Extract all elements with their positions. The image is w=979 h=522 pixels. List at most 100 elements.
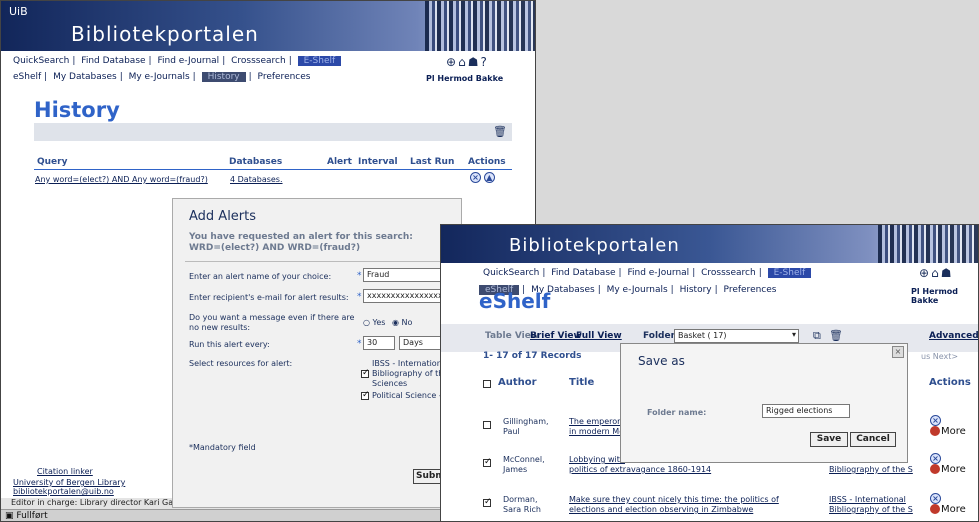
title-line1: The emperor bbox=[569, 417, 621, 426]
more-button[interactable]: More bbox=[941, 464, 966, 475]
resource-checkbox-2[interactable] bbox=[361, 390, 370, 400]
radio-no[interactable]: ◉ bbox=[392, 318, 399, 327]
library-building-image bbox=[425, 1, 535, 51]
row-checkbox[interactable] bbox=[483, 497, 492, 507]
library-icon[interactable]: ⌂ bbox=[458, 55, 468, 69]
source-link[interactable]: IBSS - International Bibliography of the… bbox=[829, 495, 913, 515]
row-checkbox[interactable] bbox=[483, 457, 492, 467]
language-icon[interactable]: ⊕ bbox=[446, 55, 458, 69]
library-building-image bbox=[878, 225, 978, 263]
nav-find-ejournal[interactable]: Find e-Journal bbox=[627, 268, 689, 278]
author-name-cont: Sara Rich bbox=[503, 505, 541, 514]
folder-name-input[interactable]: Rigged elections bbox=[762, 404, 850, 418]
title-line2: in modern Me bbox=[569, 427, 625, 436]
source-link[interactable]: Bibliography of the S bbox=[829, 465, 913, 474]
table-row: Dorman, Sara Rich Make sure they count n… bbox=[441, 493, 978, 521]
delete-icon[interactable]: × bbox=[470, 172, 481, 183]
library-link[interactable]: University of Bergen Library bbox=[13, 478, 125, 487]
portal-banner: UiB Bibliotekportalen bbox=[1, 1, 535, 51]
folder-select-value: Basket ( 17) bbox=[678, 331, 727, 340]
nav-crosssearch[interactable]: Crosssearch bbox=[231, 56, 286, 66]
col-actions: Actions bbox=[468, 157, 506, 167]
row-actions: × More bbox=[930, 415, 966, 437]
nav-crosssearch[interactable]: Crosssearch bbox=[701, 268, 756, 278]
divider bbox=[34, 169, 512, 170]
col-alert: Alert bbox=[327, 157, 352, 167]
subnav-my-ejournals[interactable]: My e-Journals bbox=[607, 285, 668, 295]
history-query-link[interactable]: Any word=(elect?) AND Any word=(fraud?) bbox=[35, 175, 208, 184]
copy-icon[interactable]: ⧉ bbox=[813, 329, 821, 343]
dialog-title: Save as bbox=[638, 354, 685, 368]
divider bbox=[185, 261, 461, 262]
subnav-my-ejournals[interactable]: My e-Journals bbox=[129, 72, 190, 82]
cancel-button[interactable]: Cancel bbox=[850, 432, 896, 447]
status-text: Fullført bbox=[16, 511, 48, 521]
title-line1: Make sure they count nicely this time: t… bbox=[569, 495, 779, 504]
alert-icon[interactable]: ▲ bbox=[483, 172, 495, 183]
more-button[interactable]: More bbox=[941, 426, 966, 437]
trash-icon[interactable]: 🗑 bbox=[493, 125, 507, 138]
trash-icon[interactable]: 🗑 bbox=[829, 329, 843, 342]
more-icon[interactable] bbox=[930, 504, 940, 514]
author-name-cont: Paul bbox=[503, 427, 520, 436]
nav-eshelf-selected[interactable]: E-Shelf bbox=[297, 56, 342, 66]
select-all-checkbox[interactable] bbox=[483, 380, 491, 388]
col-actions: Actions bbox=[929, 377, 971, 388]
title-line2: elections and election observing in Zimb… bbox=[569, 505, 754, 514]
nav-quicksearch[interactable]: QuickSearch bbox=[13, 56, 69, 66]
author-name: McConnel, bbox=[503, 455, 545, 464]
row-checkbox[interactable] bbox=[483, 421, 491, 429]
brief-view-link[interactable]: Brief View bbox=[530, 331, 582, 341]
folder-select[interactable]: Basket ( 17) ▾ bbox=[674, 329, 799, 343]
editor-text: Editor in charge: Library director Kari … bbox=[11, 498, 191, 507]
title-link[interactable]: The emperor in modern Me bbox=[569, 417, 624, 437]
help-icon[interactable]: ? bbox=[480, 55, 488, 69]
row-actions: × More bbox=[930, 453, 966, 475]
delete-icon[interactable]: × bbox=[930, 493, 941, 504]
radio-yes[interactable]: ○ bbox=[363, 318, 370, 327]
citation-linker-link[interactable]: Citation linker bbox=[37, 467, 93, 476]
library-icon[interactable]: ⌂ bbox=[931, 266, 941, 280]
save-button[interactable]: Save bbox=[810, 432, 848, 447]
user-name: Pl Hermod Bakke bbox=[911, 287, 959, 305]
more-icon[interactable] bbox=[930, 426, 940, 436]
more-icon[interactable] bbox=[930, 464, 940, 474]
subnav-preferences[interactable]: Preferences bbox=[724, 285, 777, 295]
sub-nav: eShelf | My Databases | My e-Journals | His… bbox=[13, 72, 311, 82]
mandatory-note: *Mandatory field bbox=[189, 443, 256, 452]
full-view-link[interactable]: Full View bbox=[576, 331, 622, 341]
subnav-preferences[interactable]: Preferences bbox=[258, 72, 311, 82]
more-button[interactable]: More bbox=[941, 504, 966, 515]
chevron-down-icon: ▾ bbox=[791, 330, 796, 339]
subnav-my-databases[interactable]: My Databases bbox=[53, 72, 117, 82]
delete-icon[interactable]: × bbox=[930, 415, 941, 426]
resource-checkbox-1[interactable] bbox=[361, 368, 370, 378]
author-cell: McConnel, James bbox=[503, 455, 545, 475]
resource-bibliography: Bibliography of the bbox=[372, 369, 449, 378]
title-link[interactable]: Make sure they count nicely this time: t… bbox=[569, 495, 779, 515]
interval-input[interactable]: 30 bbox=[363, 336, 395, 350]
history-databases-link[interactable]: 4 Databases. bbox=[230, 175, 283, 184]
email-link[interactable]: bibliotekportalen@uib.no bbox=[13, 487, 114, 496]
pagination-next[interactable]: us Next> bbox=[921, 352, 958, 361]
nav-find-database[interactable]: Find Database bbox=[81, 56, 145, 66]
advanced-link[interactable]: Advanced bbox=[929, 331, 978, 341]
label-alert-name: Enter an alert name of your choice: bbox=[189, 272, 332, 281]
nav-find-database[interactable]: Find Database bbox=[551, 268, 615, 278]
subnav-history-selected[interactable]: History bbox=[201, 72, 246, 82]
nav-quicksearch[interactable]: QuickSearch bbox=[483, 268, 539, 278]
subnav-eshelf[interactable]: eShelf bbox=[13, 72, 41, 82]
eshelf-window: Bibliotekportalen QuickSearch | Find Data… bbox=[440, 224, 979, 522]
close-icon[interactable]: × bbox=[892, 346, 904, 358]
author-cell: Dorman, Sara Rich bbox=[503, 495, 541, 515]
user-icon[interactable]: ☗ bbox=[468, 55, 481, 69]
delete-icon[interactable]: × bbox=[930, 453, 941, 464]
nav-find-ejournal[interactable]: Find e-Journal bbox=[157, 56, 219, 66]
language-icon[interactable]: ⊕ bbox=[919, 266, 931, 280]
radio-no-label: No bbox=[401, 318, 413, 327]
author-cell: Gillingham, Paul bbox=[503, 417, 549, 437]
page-icon: ▣ bbox=[5, 511, 14, 521]
subnav-history[interactable]: History bbox=[680, 285, 712, 295]
nav-eshelf-selected[interactable]: E-Shelf bbox=[767, 268, 812, 278]
user-icon[interactable]: ☗ bbox=[941, 266, 954, 280]
